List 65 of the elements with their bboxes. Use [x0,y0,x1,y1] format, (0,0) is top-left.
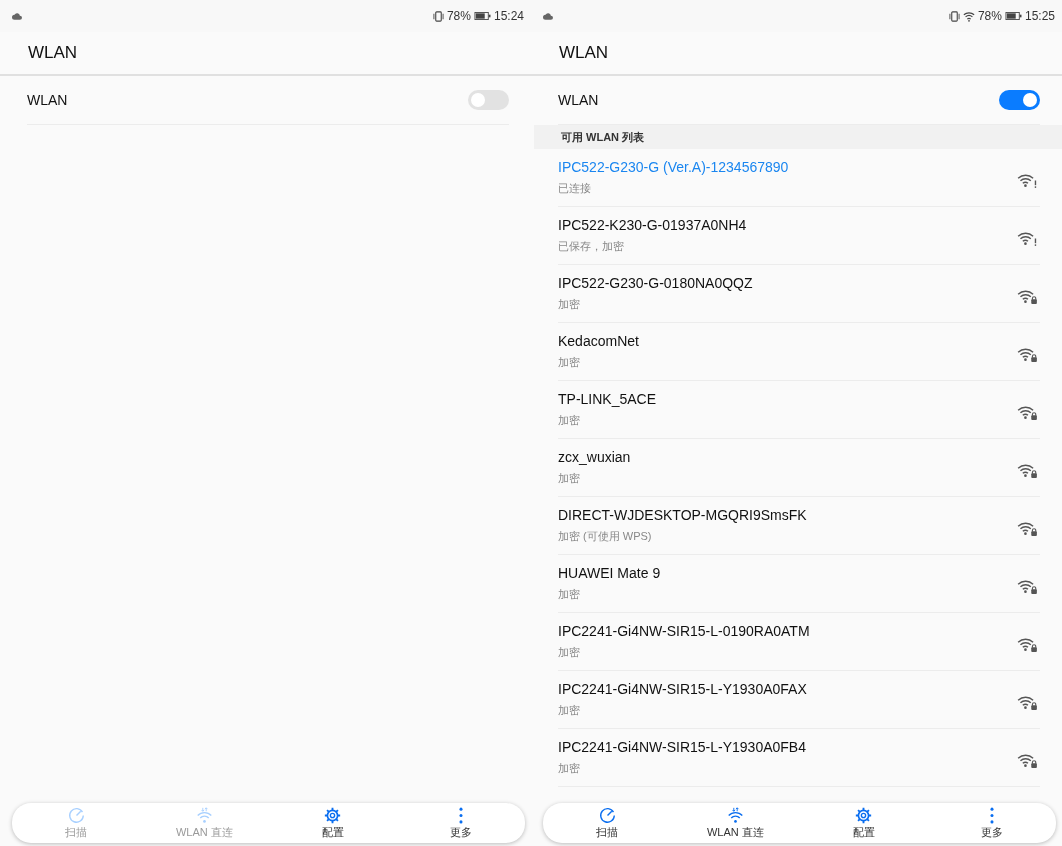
screen-title: WLAN [559,43,609,63]
network-item[interactable]: IPC522-K230-G-01937A0NH4 已保存，加密 [558,207,1040,265]
network-status: 加密 (可使用 WPS) [558,529,653,544]
wlan-toggle[interactable] [999,90,1040,110]
network-name: KedacomNet [558,333,639,349]
battery-icon [1004,12,1022,20]
scan-icon [598,806,616,824]
network-name: IPC522-G230-G (Ver.A)-1234567890 [558,159,789,175]
toolbar-button[interactable]: 配置 [799,803,928,843]
settings-icon [855,806,873,824]
network-item[interactable]: IPC2241-Gi4NW-SIR15-L-Y1930A0FB4 加密 [558,729,1040,787]
network-name: IPC522-K230-G-01937A0NH4 [558,217,747,233]
network-status: 已连接 [558,181,592,196]
network-name: IPC522-G230-G-0180NA0QQZ [558,275,753,291]
network-item[interactable]: zcx_wuxian 加密 [558,439,1040,497]
network-status: 加密 [558,471,581,486]
toolbar-button[interactable]: 更多 [927,803,1056,843]
toolbar-button[interactable]: WLAN 直连 [671,803,800,843]
network-status: 加密 [558,645,581,660]
network-item[interactable]: IPC2241-Gi4NW-SIR15-L-Y1930A0FAX 加密 [558,671,1040,729]
network-status: 加密 [558,297,581,312]
scan-icon [67,806,85,824]
cloud-icon [543,12,553,20]
network-name: HUAWEI Mate 9 [558,565,661,581]
network-item[interactable]: DIRECT-WJDESKTOP-MGQRI9SmsFK 加密 (可使用 WPS) [558,497,1040,555]
toolbar-button[interactable]: 配置 [268,803,397,843]
wlan-label: WLAN [558,92,599,108]
battery-percent: 78% [446,9,471,23]
section-title: 可用 WLAN 列表 [561,129,645,145]
more-icon [458,806,463,824]
network-name: zcx_wuxian [558,449,631,465]
wifi-direct-icon [726,806,744,824]
network-item[interactable]: IPC522-G230-G-0180NA0QQZ 加密 [558,265,1040,323]
battery-icon [473,12,491,20]
vibrate-icon [948,10,960,22]
network-item[interactable]: TP-LINK_5ACE 加密 [558,381,1040,439]
network-item[interactable]: HUAWEI Mate 9 加密 [558,555,1040,613]
network-status: 已保存，加密 [558,239,625,254]
network-status: 加密 [558,703,581,718]
battery-percent: 78% [977,9,1002,23]
network-status: 加密 [558,761,581,776]
more-icon [989,806,994,824]
wlan-toggle[interactable] [468,90,509,110]
clock-time: 15:24 [493,9,524,23]
settings-icon [324,806,342,824]
cloud-icon [12,12,22,20]
network-status: 加密 [558,413,581,428]
wlan-label: WLAN [27,92,68,108]
network-status: 加密 [558,355,581,370]
network-name: IPC2241-Gi4NW-SIR15-L-0190RA0ATM [558,623,810,639]
clock-time: 15:25 [1024,9,1055,23]
wifi-icon [962,10,975,22]
toolbar-button[interactable]: 扫描 [543,803,672,843]
network-name: DIRECT-WJDESKTOP-MGQRI9SmsFK [558,507,807,523]
network-status: 加密 [558,587,581,602]
network-name: TP-LINK_5ACE [558,391,657,407]
network-name: IPC2241-Gi4NW-SIR15-L-Y1930A0FAX [558,681,807,697]
toolbar-button[interactable]: 更多 [396,803,525,843]
wifi-direct-icon [195,806,213,824]
screen-title: WLAN [28,43,78,63]
network-item[interactable]: IPC522-G230-G (Ver.A)-1234567890 已连接 [558,149,1040,207]
network-item[interactable]: IPC2241-Gi4NW-SIR15-L-0190RA0ATM 加密 [558,613,1040,671]
vibrate-icon [432,10,444,22]
network-item[interactable]: KedacomNet 加密 [558,323,1040,381]
network-name: IPC2241-Gi4NW-SIR15-L-Y1930A0FB4 [558,739,806,755]
